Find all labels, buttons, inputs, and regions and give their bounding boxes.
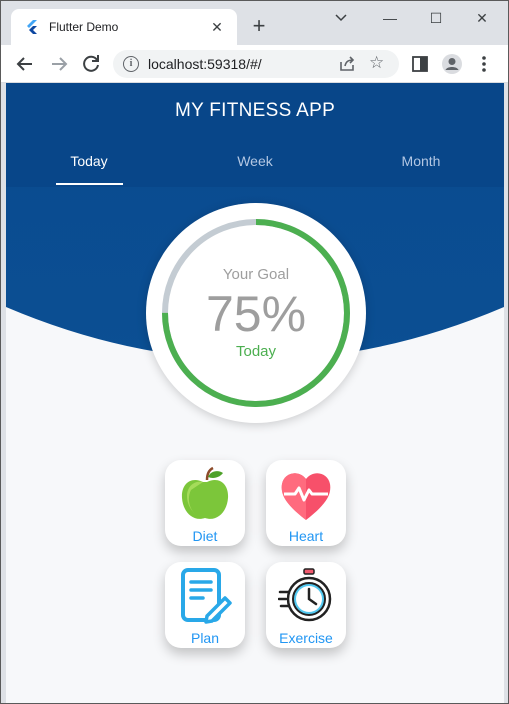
heart-button[interactable]: Heart [266, 460, 346, 546]
goal-period: Today [235, 343, 277, 360]
tab-month[interactable]: Month [338, 139, 504, 187]
heart-icon [281, 473, 331, 520]
url-text[interactable]: localhost:59318/#/ [148, 56, 262, 72]
profile-icon[interactable] [441, 53, 463, 75]
tab-indicator [56, 183, 123, 185]
forward-arrow-icon[interactable] [47, 52, 71, 76]
goal-label: Your Goal [222, 266, 290, 283]
close-button[interactable]: ✕ [468, 7, 496, 29]
goal-progress-card: Your Goal 75% Today [146, 203, 366, 423]
reload-icon[interactable] [79, 52, 103, 76]
tab-today[interactable]: Today [6, 139, 172, 187]
browser-toolbar: i localhost:59318/#/ ☆ [1, 45, 508, 83]
exercise-button[interactable]: Exercise [266, 562, 346, 648]
tab-title: Flutter Demo [49, 20, 119, 34]
goal-percent: 75% [205, 286, 307, 342]
address-bar[interactable]: i localhost:59318/#/ ☆ [113, 50, 399, 78]
tab-strip: Flutter Demo ✕ + — ☐ ✕ [1, 1, 508, 45]
period-tabs: Today Week Month [6, 139, 504, 187]
plan-icon [181, 568, 232, 624]
tab-week[interactable]: Week [172, 139, 338, 187]
diet-button[interactable]: Diet [165, 460, 245, 546]
plan-button[interactable]: Plan [165, 562, 245, 648]
back-arrow-icon[interactable] [13, 52, 37, 76]
apple-icon [181, 466, 229, 519]
app-bar: MY FITNESS APP [6, 83, 504, 139]
browser-window: Flutter Demo ✕ + — ☐ ✕ i localhost:59318… [0, 0, 509, 704]
share-icon[interactable] [337, 54, 357, 74]
info-icon[interactable]: i [123, 56, 139, 72]
app-title: MY FITNESS APP [174, 100, 336, 121]
diet-label: Diet [192, 528, 218, 544]
new-tab-button[interactable]: + [247, 15, 271, 39]
tab-close-icon[interactable]: ✕ [207, 17, 227, 37]
side-panel-icon[interactable] [409, 53, 431, 75]
flutter-icon [27, 20, 37, 34]
minimize-button[interactable]: — [376, 7, 404, 29]
exercise-label: Exercise [279, 630, 333, 646]
browser-tab[interactable]: Flutter Demo ✕ [11, 9, 237, 45]
star-icon[interactable]: ☆ [369, 53, 384, 73]
chevron-down-icon[interactable] [331, 9, 351, 27]
stopwatch-icon [278, 568, 332, 622]
menu-icon[interactable] [473, 53, 495, 75]
plan-label: Plan [190, 630, 220, 646]
maximize-button[interactable]: ☐ [422, 7, 450, 29]
app-viewport: MY FITNESS APP Today Week Month Your Goa… [6, 83, 504, 703]
heart-label: Heart [288, 528, 324, 544]
